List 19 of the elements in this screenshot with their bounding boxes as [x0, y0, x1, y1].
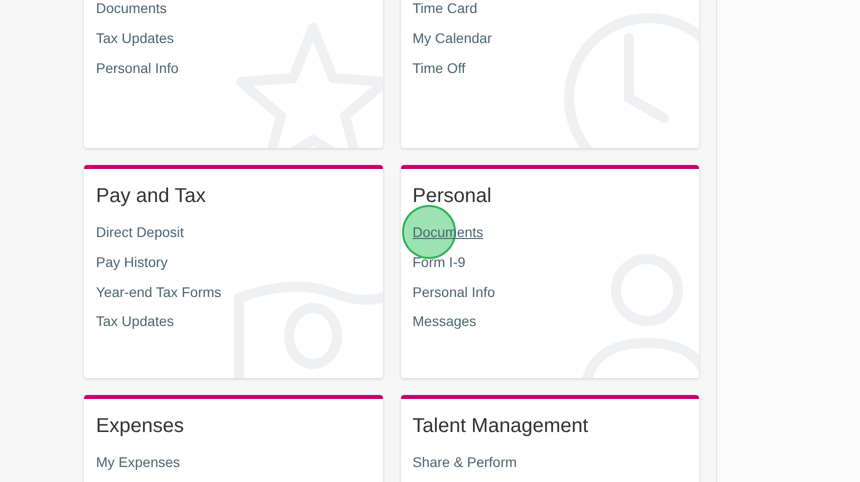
link[interactable]: Pay History: [96, 252, 168, 274]
link[interactable]: My Calendar: [412, 28, 492, 50]
link[interactable]: Personal Info: [412, 282, 495, 303]
link[interactable]: Form I-9: [412, 252, 466, 274]
link[interactable]: Documents: [96, 0, 167, 20]
link[interactable]: Tax Updates: [96, 311, 174, 332]
card-title: Expenses: [96, 414, 185, 438]
card-title: Pay and Tax: [96, 184, 207, 208]
link[interactable]: Year-end Tax Forms: [96, 282, 222, 303]
link[interactable]: My Expenses: [96, 452, 180, 474]
link[interactable]: Personal Info: [96, 58, 178, 79]
link[interactable]: Time Off: [412, 58, 466, 79]
link[interactable]: Share & Perform: [412, 452, 517, 474]
link[interactable]: Tax Updates: [96, 28, 174, 50]
link[interactable]: Messages: [412, 311, 476, 332]
link[interactable]: Direct Deposit: [96, 222, 184, 244]
link[interactable]: Time Card: [412, 0, 478, 20]
card-title: Personal: [412, 184, 492, 208]
card-title: Talent Management: [412, 414, 590, 438]
